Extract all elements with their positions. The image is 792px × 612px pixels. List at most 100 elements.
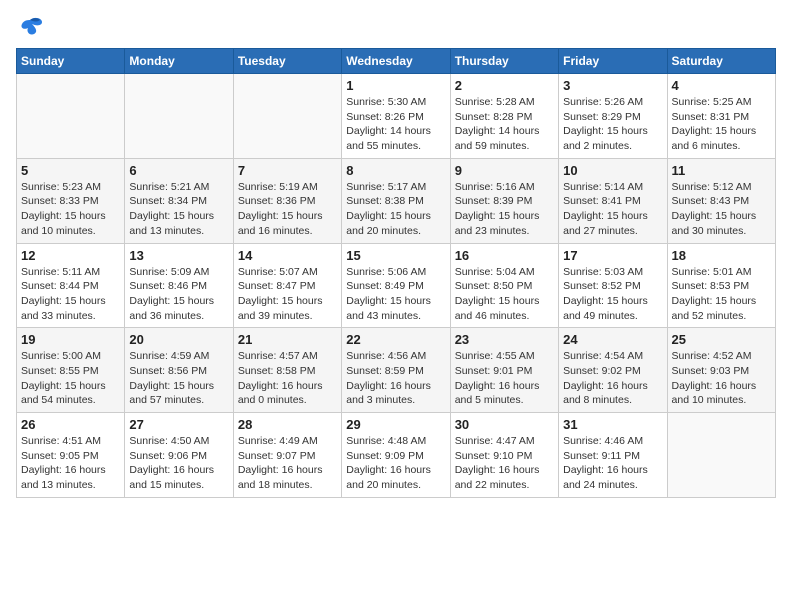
calendar-cell: 19 Sunrise: 5:00 AM Sunset: 8:55 PM Dayli… <box>17 328 125 413</box>
day-info: Sunrise: 4:56 AM Sunset: 8:59 PM Dayligh… <box>346 349 445 408</box>
calendar-cell: 17Sunrise: 5:03 AM Sunset: 8:52 PM Dayli… <box>559 243 667 328</box>
calendar-cell: 9 Sunrise: 5:16 AM Sunset: 8:39 PM Daylig… <box>450 158 558 243</box>
day-info: Sunrise: 4:54 AM Sunset: 9:02 PM Dayligh… <box>563 349 662 408</box>
day-number: 16 <box>455 248 554 263</box>
week-row-3: 12 Sunrise: 5:11 AM Sunset: 8:44 PM Dayli… <box>17 243 776 328</box>
day-info: Sunrise: 5:06 AM Sunset: 8:49 PM Dayligh… <box>346 265 445 324</box>
day-info: Sunrise: 5:00 AM Sunset: 8:55 PM Dayligh… <box>21 349 120 408</box>
day-info: Sunrise: 4:55 AM Sunset: 9:01 PM Dayligh… <box>455 349 554 408</box>
calendar-cell: 28 Sunrise: 4:49 AM Sunset: 9:07 PM Dayli… <box>233 413 341 498</box>
day-info: Sunrise: 4:57 AM Sunset: 8:58 PM Dayligh… <box>238 349 337 408</box>
day-number: 13 <box>129 248 228 263</box>
calendar-cell: 23 Sunrise: 4:55 AM Sunset: 9:01 PM Dayli… <box>450 328 558 413</box>
day-number: 7 <box>238 163 337 178</box>
calendar-cell: 11 Sunrise: 5:12 AM Sunset: 8:43 PM Dayli… <box>667 158 775 243</box>
day-info: Sunrise: 5:17 AM Sunset: 8:38 PM Dayligh… <box>346 180 445 239</box>
day-info: Sunrise: 5:19 AM Sunset: 8:36 PM Dayligh… <box>238 180 337 239</box>
day-number: 8 <box>346 163 445 178</box>
day-info: Sunrise: 4:52 AM Sunset: 9:03 PM Dayligh… <box>672 349 771 408</box>
calendar-cell: 18 Sunrise: 5:01 AM Sunset: 8:53 PM Dayli… <box>667 243 775 328</box>
day-info: Sunrise: 4:50 AM Sunset: 9:06 PM Dayligh… <box>129 434 228 493</box>
header-saturday: Saturday <box>667 49 775 74</box>
calendar-header-row: SundayMondayTuesdayWednesdayThursdayFrid… <box>17 49 776 74</box>
day-number: 11 <box>672 163 771 178</box>
day-number: 25 <box>672 332 771 347</box>
calendar-cell: 31Sunrise: 4:46 AM Sunset: 9:11 PM Dayli… <box>559 413 667 498</box>
header-thursday: Thursday <box>450 49 558 74</box>
header-tuesday: Tuesday <box>233 49 341 74</box>
day-number: 23 <box>455 332 554 347</box>
calendar-cell: 12 Sunrise: 5:11 AM Sunset: 8:44 PM Dayli… <box>17 243 125 328</box>
calendar-cell: 10 Sunrise: 5:14 AM Sunset: 8:41 PM Dayli… <box>559 158 667 243</box>
calendar-cell: 1 Sunrise: 5:30 AM Sunset: 8:26 PM Daylig… <box>342 74 450 159</box>
day-info: Sunrise: 5:26 AM Sunset: 8:29 PM Dayligh… <box>563 95 662 154</box>
day-number: 28 <box>238 417 337 432</box>
calendar-cell: 25 Sunrise: 4:52 AM Sunset: 9:03 PM Dayli… <box>667 328 775 413</box>
header-wednesday: Wednesday <box>342 49 450 74</box>
day-number: 10 <box>563 163 662 178</box>
calendar-cell: 16 Sunrise: 5:04 AM Sunset: 8:50 PM Dayli… <box>450 243 558 328</box>
day-number: 6 <box>129 163 228 178</box>
day-number: 18 <box>672 248 771 263</box>
day-info: Sunrise: 5:01 AM Sunset: 8:53 PM Dayligh… <box>672 265 771 324</box>
day-number: 1 <box>346 78 445 93</box>
header-monday: Monday <box>125 49 233 74</box>
day-number: 3 <box>563 78 662 93</box>
calendar-cell: 29Sunrise: 4:48 AM Sunset: 9:09 PM Dayli… <box>342 413 450 498</box>
day-number: 14 <box>238 248 337 263</box>
day-number: 20 <box>129 332 228 347</box>
day-number: 2 <box>455 78 554 93</box>
day-number: 31 <box>563 417 662 432</box>
day-info: Sunrise: 5:12 AM Sunset: 8:43 PM Dayligh… <box>672 180 771 239</box>
week-row-2: 5 Sunrise: 5:23 AM Sunset: 8:33 PM Daylig… <box>17 158 776 243</box>
day-number: 30 <box>455 417 554 432</box>
logo <box>16 16 48 40</box>
day-info: Sunrise: 4:49 AM Sunset: 9:07 PM Dayligh… <box>238 434 337 493</box>
day-info: Sunrise: 4:51 AM Sunset: 9:05 PM Dayligh… <box>21 434 120 493</box>
calendar-cell: 24Sunrise: 4:54 AM Sunset: 9:02 PM Dayli… <box>559 328 667 413</box>
calendar-cell: 2 Sunrise: 5:28 AM Sunset: 8:28 PM Daylig… <box>450 74 558 159</box>
calendar-cell: 26Sunrise: 4:51 AM Sunset: 9:05 PM Dayli… <box>17 413 125 498</box>
day-info: Sunrise: 4:47 AM Sunset: 9:10 PM Dayligh… <box>455 434 554 493</box>
calendar-cell: 13Sunrise: 5:09 AM Sunset: 8:46 PM Dayli… <box>125 243 233 328</box>
calendar-cell: 5 Sunrise: 5:23 AM Sunset: 8:33 PM Daylig… <box>17 158 125 243</box>
page-header <box>16 16 776 40</box>
calendar-table: SundayMondayTuesdayWednesdayThursdayFrid… <box>16 48 776 498</box>
day-info: Sunrise: 5:04 AM Sunset: 8:50 PM Dayligh… <box>455 265 554 324</box>
calendar-cell <box>233 74 341 159</box>
day-info: Sunrise: 4:59 AM Sunset: 8:56 PM Dayligh… <box>129 349 228 408</box>
calendar-cell <box>125 74 233 159</box>
day-info: Sunrise: 5:16 AM Sunset: 8:39 PM Dayligh… <box>455 180 554 239</box>
week-row-1: 1 Sunrise: 5:30 AM Sunset: 8:26 PM Daylig… <box>17 74 776 159</box>
calendar-cell: 27Sunrise: 4:50 AM Sunset: 9:06 PM Dayli… <box>125 413 233 498</box>
day-info: Sunrise: 5:30 AM Sunset: 8:26 PM Dayligh… <box>346 95 445 154</box>
day-number: 17 <box>563 248 662 263</box>
day-info: Sunrise: 4:48 AM Sunset: 9:09 PM Dayligh… <box>346 434 445 493</box>
day-info: Sunrise: 5:25 AM Sunset: 8:31 PM Dayligh… <box>672 95 771 154</box>
day-number: 15 <box>346 248 445 263</box>
calendar-cell: 22 Sunrise: 4:56 AM Sunset: 8:59 PM Dayli… <box>342 328 450 413</box>
day-number: 22 <box>346 332 445 347</box>
day-number: 12 <box>21 248 120 263</box>
calendar-cell: 14Sunrise: 5:07 AM Sunset: 8:47 PM Dayli… <box>233 243 341 328</box>
calendar-cell <box>17 74 125 159</box>
calendar-cell <box>667 413 775 498</box>
logo-icon <box>16 16 44 40</box>
day-info: Sunrise: 5:11 AM Sunset: 8:44 PM Dayligh… <box>21 265 120 324</box>
calendar-cell: 6 Sunrise: 5:21 AM Sunset: 8:34 PM Daylig… <box>125 158 233 243</box>
header-friday: Friday <box>559 49 667 74</box>
calendar-cell: 15 Sunrise: 5:06 AM Sunset: 8:49 PM Dayli… <box>342 243 450 328</box>
day-info: Sunrise: 5:14 AM Sunset: 8:41 PM Dayligh… <box>563 180 662 239</box>
day-number: 21 <box>238 332 337 347</box>
day-info: Sunrise: 5:21 AM Sunset: 8:34 PM Dayligh… <box>129 180 228 239</box>
day-number: 5 <box>21 163 120 178</box>
day-number: 19 <box>21 332 120 347</box>
calendar-cell: 21 Sunrise: 4:57 AM Sunset: 8:58 PM Dayli… <box>233 328 341 413</box>
calendar-cell: 8 Sunrise: 5:17 AM Sunset: 8:38 PM Daylig… <box>342 158 450 243</box>
day-number: 9 <box>455 163 554 178</box>
calendar-cell: 4Sunrise: 5:25 AM Sunset: 8:31 PM Daylig… <box>667 74 775 159</box>
week-row-4: 19 Sunrise: 5:00 AM Sunset: 8:55 PM Dayli… <box>17 328 776 413</box>
week-row-5: 26Sunrise: 4:51 AM Sunset: 9:05 PM Dayli… <box>17 413 776 498</box>
day-info: Sunrise: 5:23 AM Sunset: 8:33 PM Dayligh… <box>21 180 120 239</box>
day-info: Sunrise: 5:28 AM Sunset: 8:28 PM Dayligh… <box>455 95 554 154</box>
